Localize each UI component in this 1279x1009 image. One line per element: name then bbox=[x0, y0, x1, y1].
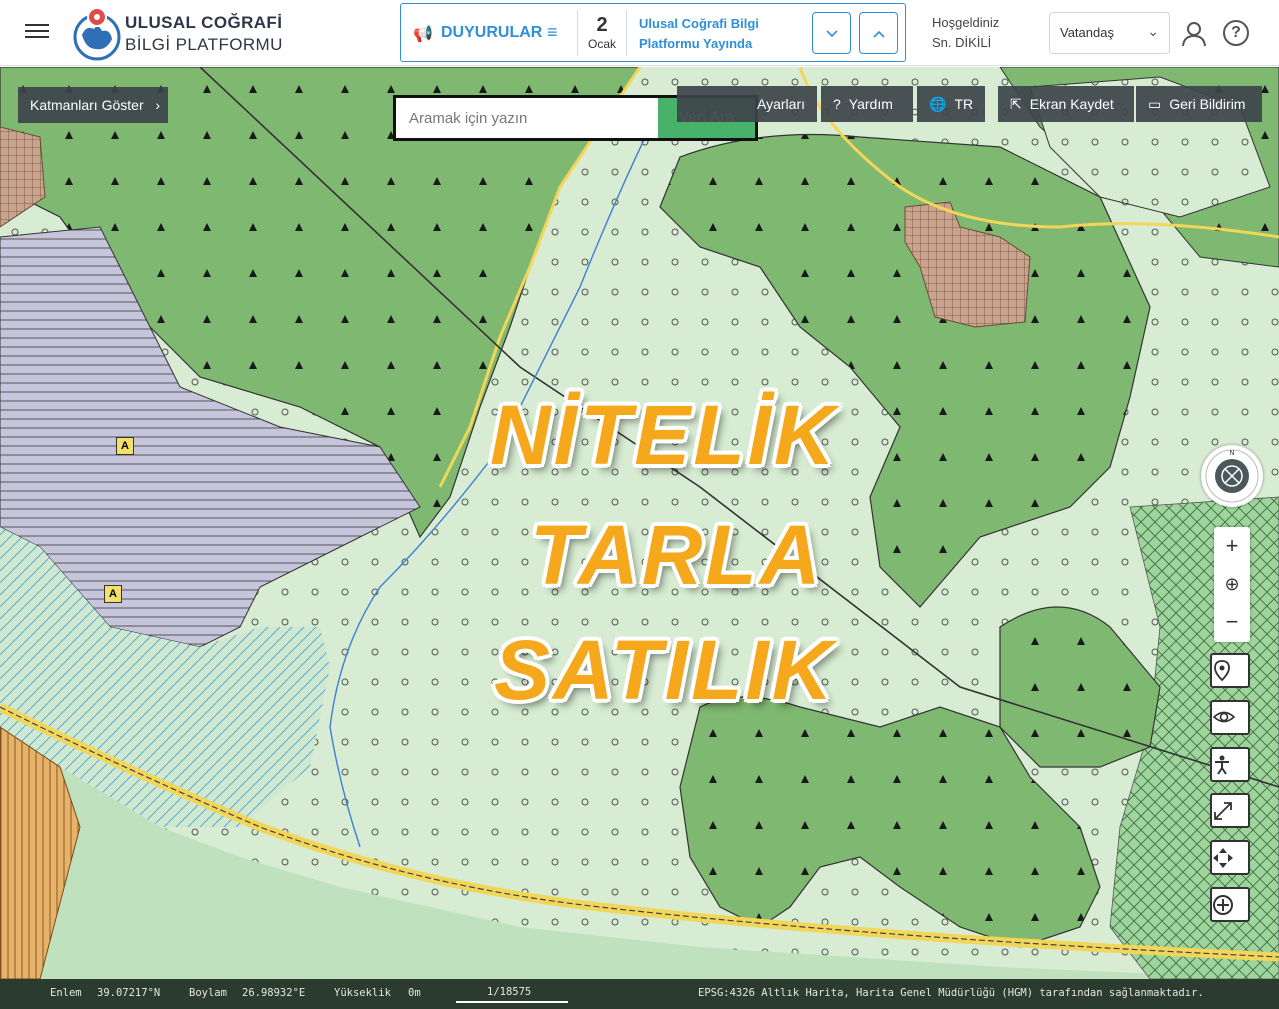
longitude-label: Boylam bbox=[189, 987, 227, 999]
show-layers-label: Katmanları Göster bbox=[30, 97, 144, 113]
location-button[interactable] bbox=[1210, 653, 1250, 688]
help-button[interactable]: ? Yardım bbox=[821, 86, 913, 122]
chevron-up-icon bbox=[872, 30, 885, 38]
fullscreen-button[interactable] bbox=[1210, 793, 1250, 828]
announcement-prev-button[interactable] bbox=[859, 12, 898, 54]
compass-icon: N bbox=[1205, 449, 1259, 503]
scale-bar bbox=[456, 1001, 568, 1003]
altitude-label: Yükseklik bbox=[334, 987, 391, 999]
expand-icon bbox=[1214, 802, 1232, 820]
settings-label: Ayarları bbox=[757, 96, 805, 112]
overlay-line-1: NİTELİK bbox=[490, 388, 838, 482]
role-select[interactable]: Vatandaş ⌄ bbox=[1049, 12, 1170, 54]
announcement-month: Ocak bbox=[587, 37, 616, 51]
announcement-next-button[interactable] bbox=[812, 12, 851, 54]
announcements-panel: 📢 DUYURULAR ≡ 2 Ocak Ulusal Coğrafi Bilg… bbox=[400, 3, 906, 62]
crosshair-icon bbox=[1213, 895, 1233, 915]
top-bar: ULUSAL COĞRAFİ BİLGİ PLATFORMU 📢 DUYURUL… bbox=[0, 0, 1279, 66]
crosshair-button[interactable] bbox=[1210, 887, 1250, 922]
announcements-title[interactable]: DUYURULAR bbox=[441, 24, 542, 42]
brand-line-1: ULUSAL COĞRAFİ bbox=[125, 13, 283, 32]
location-pin-icon bbox=[1214, 660, 1230, 682]
welcome-user: Sn. DİKİLİ bbox=[932, 35, 992, 50]
announcement-text[interactable]: Ulusal Coğrafi Bilgi Platformu Yayında bbox=[639, 14, 799, 54]
accessibility-button[interactable] bbox=[1210, 747, 1250, 782]
brand-line-2: BİLGİ PLATFORMU bbox=[125, 35, 283, 54]
move-arrows-icon bbox=[1213, 848, 1233, 868]
show-layers-button[interactable]: Katmanları Göster › bbox=[18, 87, 168, 123]
scale-text: 1/18575 bbox=[487, 986, 532, 998]
platform-logo bbox=[73, 7, 121, 61]
latitude-value: 39.07217°N bbox=[97, 987, 161, 999]
zoom-in-button[interactable]: + bbox=[1214, 527, 1250, 565]
feedback-button[interactable]: ▭ Geri Bildirim bbox=[1136, 86, 1262, 122]
announcement-date: 2 Ocak bbox=[577, 10, 627, 56]
altitude-value: 0m bbox=[408, 987, 421, 999]
comment-icon: ▭ bbox=[1148, 96, 1162, 112]
compass[interactable]: N bbox=[1201, 445, 1263, 507]
chevron-down-icon: ⌄ bbox=[1147, 23, 1159, 39]
help-label: Yardım bbox=[848, 96, 893, 112]
search-input[interactable] bbox=[396, 98, 658, 138]
help-icon[interactable]: ? bbox=[1223, 20, 1249, 46]
globe-view-button[interactable]: ⊕ bbox=[1214, 565, 1250, 603]
role-value: Vatandaş bbox=[1060, 25, 1114, 40]
screen-save-label: Ekran Kaydet bbox=[1029, 96, 1114, 112]
chevron-right-icon: › bbox=[155, 97, 160, 113]
language-label: TR bbox=[954, 96, 974, 112]
list-icon[interactable]: ≡ bbox=[547, 22, 558, 43]
zoom-controls: + ⊕ − bbox=[1214, 527, 1250, 642]
status-bar: Enlem 39.07217°N Boylam 26.98932°E Yükse… bbox=[0, 979, 1279, 1009]
overlay-line-3: SATILIK bbox=[494, 623, 836, 717]
settings-button[interactable]: Ayarları bbox=[677, 86, 817, 122]
screen-save-button[interactable]: ⇱ Ekran Kaydet bbox=[998, 86, 1134, 122]
visibility-button[interactable] bbox=[1210, 700, 1250, 735]
user-icon[interactable] bbox=[1180, 20, 1208, 48]
announcement-day: 2 bbox=[596, 14, 608, 36]
latitude-label: Enlem bbox=[50, 987, 82, 999]
longitude-value: 26.98932°E bbox=[242, 987, 306, 999]
attribution-text: EPSG:4326 Altlık Harita, Harita Genel Mü… bbox=[698, 987, 1204, 999]
navigation-button[interactable] bbox=[1210, 840, 1250, 875]
overlay-line-2: TARLA bbox=[530, 508, 824, 602]
language-button[interactable]: 🌐 TR bbox=[917, 86, 985, 122]
feedback-label: Geri Bildirim bbox=[1169, 96, 1246, 112]
brand-title: ULUSAL COĞRAFİ BİLGİ PLATFORMU bbox=[125, 12, 283, 56]
accessibility-icon bbox=[1215, 755, 1229, 775]
welcome-line-1: Hoşgeldiniz bbox=[932, 15, 1000, 30]
map-marker-a[interactable]: A bbox=[116, 437, 134, 455]
external-link-icon: ⇱ bbox=[1010, 96, 1022, 112]
welcome-text: Hoşgeldiniz Sn. DİKİLİ bbox=[932, 13, 999, 53]
map-canvas[interactable]: A A NİTELİK TARLA SATILIK Katmanları Gös… bbox=[0, 67, 1279, 979]
globe-icon: ⊕ bbox=[1224, 574, 1240, 594]
zoom-out-button[interactable]: − bbox=[1214, 603, 1250, 641]
globe-icon: 🌐 bbox=[929, 96, 947, 112]
megaphone-icon: 📢 bbox=[413, 26, 433, 43]
eye-icon bbox=[1212, 711, 1236, 723]
question-icon: ? bbox=[833, 96, 841, 112]
svg-text:N: N bbox=[1229, 450, 1234, 457]
chevron-down-icon bbox=[825, 30, 838, 38]
menu-icon[interactable] bbox=[22, 20, 52, 46]
map-marker-a[interactable]: A bbox=[104, 585, 122, 603]
